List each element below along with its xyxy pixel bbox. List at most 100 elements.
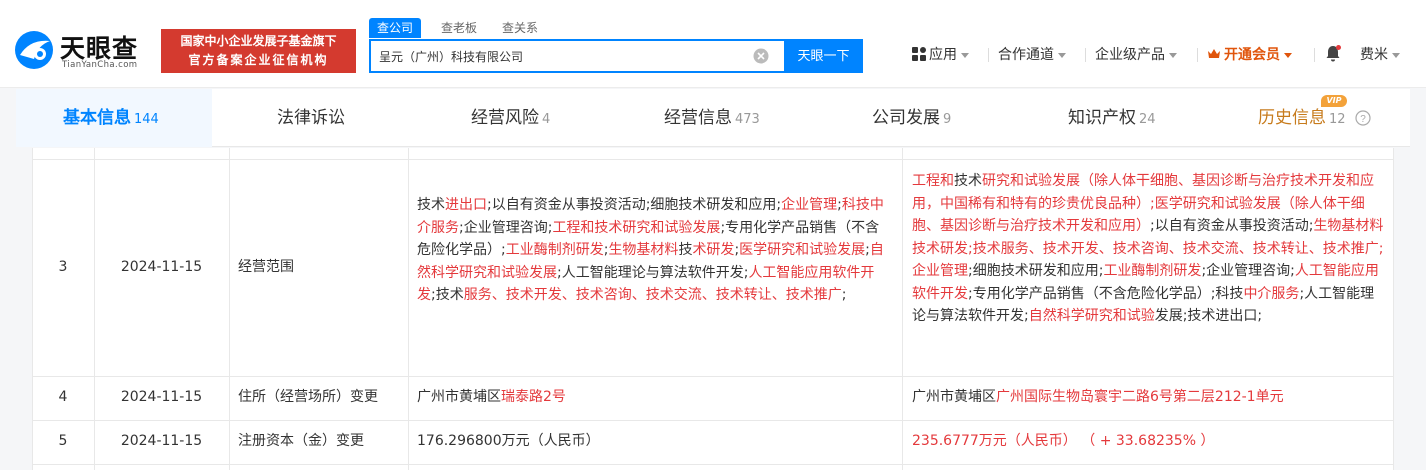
search-tab-relation[interactable]: 查关系 [502,18,538,38]
chevron-down-icon [1392,52,1400,58]
text-segment: 技术 [417,197,445,213]
nav-enterprise[interactable]: 企业级产品 [1095,44,1177,66]
changed-text: （ + 33.68235% ） [1076,433,1215,449]
changed-text: 自然科学研究和试验 [1028,308,1155,324]
row-date: 2024-11-15 [120,259,203,275]
user-menu[interactable]: 费米 [1360,44,1400,66]
table-border [94,148,95,470]
change-records-table: 3 2024-11-15 经营范围 技术进出口;以自有资金从事投资活动;细胞技术… [32,148,1394,470]
tab-risk[interactable]: 经营风险 4 [471,89,550,147]
row-item: 住所（经营场所）变更 [238,389,378,405]
chevron-down-icon [1058,52,1066,58]
row-index: 5 [58,433,68,449]
changed-text: 瑞泰路2号 [501,389,566,405]
search-input[interactable] [371,41,741,71]
slogan-line1: 国家中小企业发展子基金旗下 [180,34,337,48]
section-tabs: 基本信息 144 法律诉讼 经营风险 4 经营信息 473 公司发展 9 知识产权 24 … [16,89,1410,147]
text-segment: ;专用化学产品销售（不含危险化学品）;科技 [968,285,1244,302]
tab-ip[interactable]: 知识产权 24 [1068,89,1156,147]
tab-business[interactable]: 经营信息 473 [664,89,760,147]
change-before: 176.296800万元（人民币） [417,430,892,453]
table-border [32,420,1394,421]
table-border [32,464,1394,465]
tab-count: 9 [943,112,952,127]
user-name: 费米 [1360,47,1388,63]
slogan-badge: 国家中小企业发展子基金旗下 官方备案企业征信机构 [161,29,356,73]
nav-apps[interactable]: 应用 [912,44,969,66]
changed-text: 企业管理 [781,197,838,213]
nav-vip[interactable]: 开通会员 [1207,44,1292,66]
text-segment: 176.296800万元（人民币） [417,433,600,449]
table-border [902,148,903,470]
tab-basic-info[interactable]: 基本信息 144 [63,89,159,147]
tab-label: 经营信息 [664,108,732,128]
changed-text: 工业酶制剂研发 [1103,263,1202,279]
change-after: 235.6777万元（人民币） （ + 33.68235% ） [912,430,1387,453]
nav-enterprise-label: 企业级产品 [1095,47,1165,63]
row-item: 注册资本（金）变更 [238,433,364,449]
nav-divider [1314,48,1315,62]
nav-divider [1085,48,1086,62]
nav-vip-label: 开通会员 [1224,47,1280,63]
change-after: 广州市黄埔区广州国际生物岛寰宇二路6号第二层212-1单元 [912,386,1387,409]
text-segment: ;以自有资金从事投资活动;细胞技术研发和应用; [487,197,782,213]
changed-text: 广州国际生物岛寰宇二路6号第二层212-1单元 [996,389,1284,405]
logo-mark-icon [15,31,53,69]
changed-text: 工程和技术研究和试验发展 [552,219,721,236]
apps-grid-icon [912,47,926,61]
row-date: 2024-11-15 [120,433,203,449]
change-before: 技术进出口;以自有资金从事投资活动;细胞技术研发和应用;企业管理;科技中介服务;… [417,194,892,307]
changed-text: 工程和 [912,173,954,189]
row-index: 4 [58,389,68,405]
svg-text:?: ? [1360,114,1366,125]
nav-channel[interactable]: 合作通道 [998,44,1066,66]
chevron-down-icon [1284,52,1292,58]
tab-label: 知识产权 [1068,108,1136,128]
changed-text: 生物基材料 [608,242,679,258]
text-segment: ; [841,287,847,303]
row-item: 经营范围 [238,259,294,275]
text-segment: ;技术 [431,287,464,303]
tab-count: 473 [735,112,760,127]
changed-text: 术研发 [692,242,735,258]
table-border [32,159,1394,160]
changed-text: 工业酶制剂研发 [505,242,604,258]
tianyancha-logo[interactable]: 天眼查 TianYanCha.com [12,27,157,73]
changed-text: 医学研究和试验发展 [739,242,866,258]
vip-badge: VIP [1321,95,1347,107]
tab-legal[interactable]: 法律诉讼 [277,89,345,147]
tab-count: 12 [1329,112,1346,127]
tab-label: 历史信息 [1258,108,1326,128]
text-segment: ;以自有资金从事投资活动; [1150,218,1314,234]
table-border [32,148,33,470]
chevron-down-icon [961,52,969,58]
changed-text: 进出口 [445,197,487,213]
clear-icon[interactable] [753,48,769,64]
text-segment: 技术 [954,173,982,189]
help-icon[interactable]: ? [1355,110,1371,126]
tab-count: 144 [134,112,159,127]
tab-development[interactable]: 公司发展 9 [872,89,951,147]
tab-count: 24 [1139,112,1156,127]
change-after: 工程和技术研究和试验发展（除人体干细胞、基因诊断与治疗技术开发和应用，中国稀有和… [912,170,1387,328]
top-header: 天眼查 TianYanCha.com 国家中小企业发展子基金旗下 官方备案企业征… [0,0,1426,88]
text-segment: ;企业管理咨询; [1201,263,1295,279]
search-tab-company[interactable]: 查公司 [369,18,422,38]
crown-icon [1208,49,1220,58]
slogan-line2: 官方备案企业征信机构 [188,53,329,67]
logo-domain: TianYanCha.com [62,60,138,70]
text-segment: 广州市黄埔区 [912,389,996,405]
nav-channel-label: 合作通道 [998,47,1054,63]
table-border [32,376,1394,377]
bell-icon [1326,45,1341,62]
tab-label: 经营风险 [471,108,539,128]
text-segment: ;企业管理咨询; [459,219,553,236]
text-segment: ;细胞技术研发和应用; [968,263,1104,279]
notification-bell[interactable] [1325,45,1341,67]
changed-text: 235.6777万元（人民币） [912,433,1077,449]
search-box [369,39,784,73]
search-button[interactable]: 天眼一下 [784,39,863,73]
text-segment: ;人工智能理论与算法软件开发; [557,264,749,281]
row-date: 2024-11-15 [120,389,203,405]
search-tab-boss[interactable]: 查老板 [441,18,477,38]
